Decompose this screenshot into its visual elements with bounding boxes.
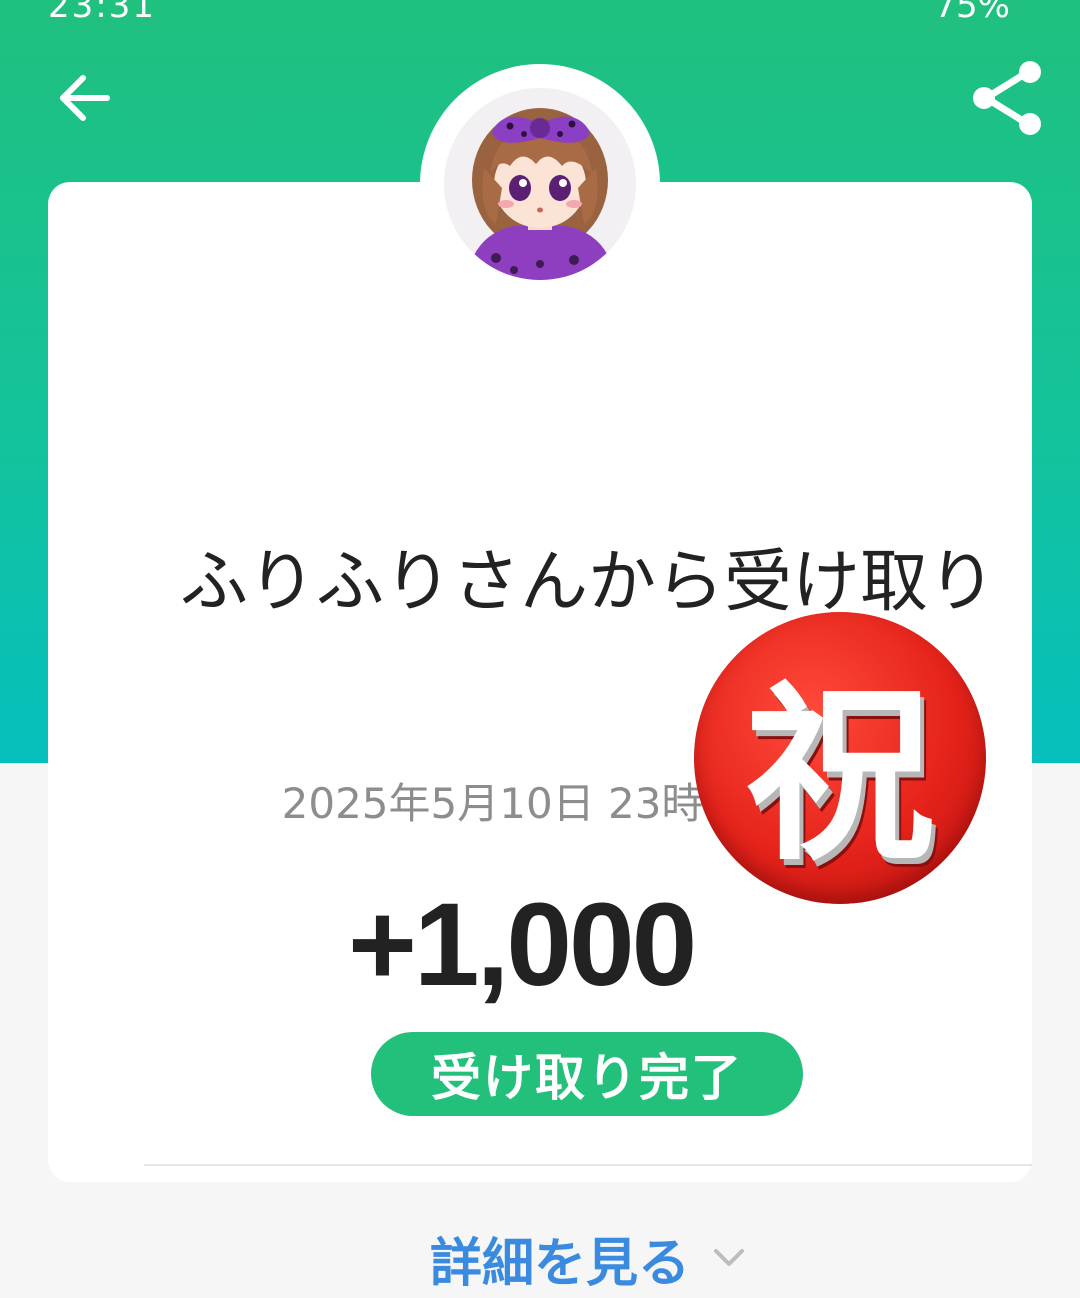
back-button[interactable]: [36, 50, 132, 146]
divider: [144, 1164, 1032, 1166]
details-label: 詳細を見る: [429, 1233, 690, 1294]
chevron-down-icon: [714, 1249, 744, 1266]
share-icon: [973, 61, 1041, 135]
status-info: 75%: [934, 0, 1010, 26]
avatar-illustration: [444, 88, 636, 280]
details-button[interactable]: 詳細を見る: [348, 1218, 828, 1298]
celebration-character: 祝: [744, 664, 935, 886]
status-time: 23:31: [48, 0, 156, 26]
status-badge: 受け取り完了: [371, 1032, 803, 1116]
share-button[interactable]: [960, 50, 1056, 146]
celebration-sticker: 祝: [694, 612, 986, 904]
avatar[interactable]: [444, 88, 636, 280]
arrow-left-icon: [60, 75, 110, 121]
